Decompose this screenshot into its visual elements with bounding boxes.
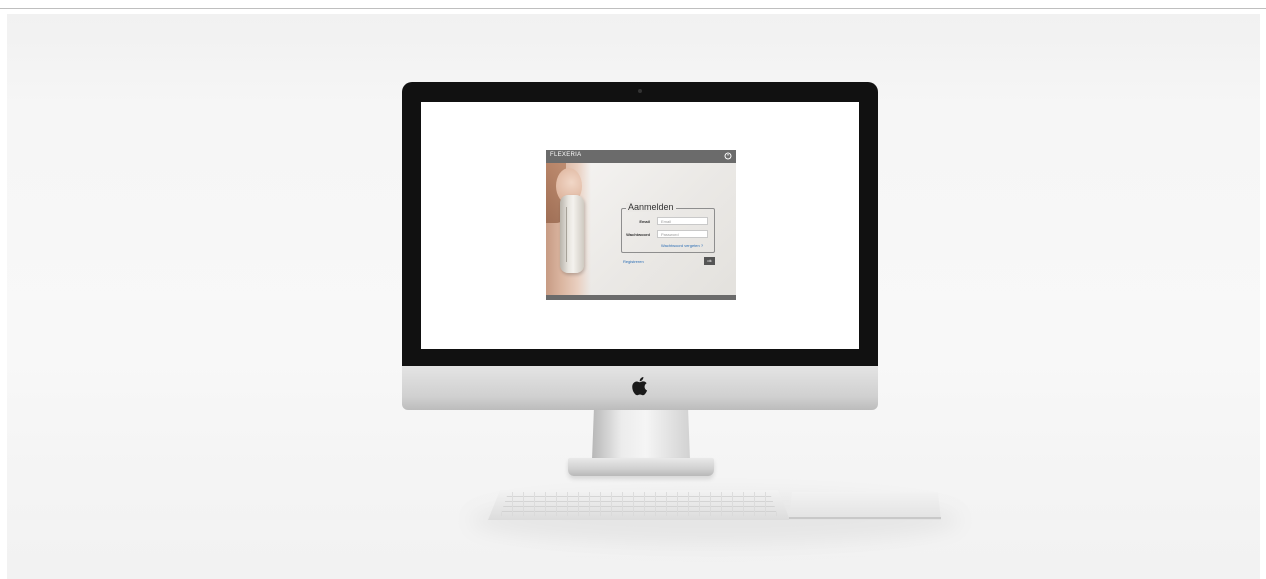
imac-screen: FLEXERIA Aanmelden Email Email Wachtwoor… (421, 102, 859, 349)
login-footer (546, 295, 736, 300)
top-divider (0, 8, 1266, 9)
keyboard-keys (500, 492, 778, 516)
trackpad-edge (789, 517, 941, 519)
ok-button[interactable]: ok (704, 257, 715, 265)
login-header: FLEXERIA (546, 150, 736, 163)
forgot-password-link[interactable]: Wachtwoord vergeten ? (661, 243, 703, 248)
login-title: Aanmelden (626, 202, 676, 212)
imac-chin (402, 366, 878, 410)
trackpad (789, 492, 941, 520)
logout-icon[interactable] (724, 152, 732, 160)
register-link[interactable]: Registreren (623, 259, 644, 264)
email-field[interactable]: Email (657, 217, 708, 225)
smart-lock-seam (566, 207, 567, 262)
smart-lock-image (560, 195, 584, 273)
imac-stand-foot (568, 458, 714, 476)
imac-stand (592, 408, 690, 460)
password-label: Wachtwoord (626, 232, 650, 237)
login-window: FLEXERIA Aanmelden Email Email Wachtwoor… (546, 150, 736, 300)
password-field[interactable]: Password (657, 230, 708, 238)
email-label: Email (639, 219, 650, 224)
apple-logo-icon (632, 377, 648, 396)
brand-logo: FLEXERIA (550, 152, 582, 158)
camera-icon (638, 89, 642, 93)
